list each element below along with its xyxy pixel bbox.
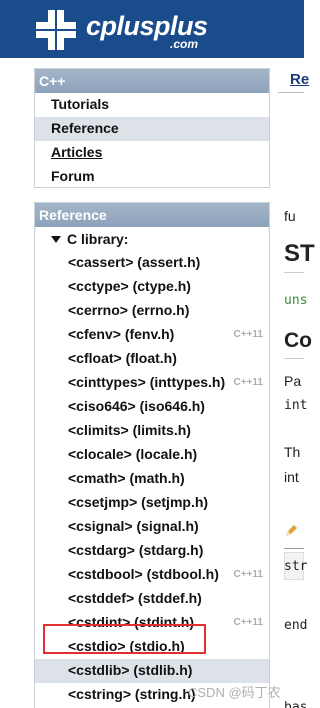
- cpp11-badge: C++11: [233, 617, 263, 628]
- tree-root-label: C library:: [67, 231, 129, 247]
- sidebar-item-forum[interactable]: Forum: [35, 165, 269, 189]
- plus-cross-logo-icon[interactable]: [34, 8, 78, 52]
- para1-line1: Pa: [284, 373, 302, 389]
- library-item[interactable]: <cmath> (math.h): [35, 467, 269, 491]
- edit-icon[interactable]: [285, 523, 299, 537]
- library-item-label: <csetjmp> (setjmp.h): [68, 494, 209, 510]
- sidebar-item-articles[interactable]: Articles: [35, 141, 269, 165]
- divider: [278, 92, 304, 93]
- code-line-2: end: [284, 618, 308, 633]
- library-item[interactable]: <cctype> (ctype.h): [35, 275, 269, 299]
- library-item[interactable]: <cfloat> (float.h): [35, 347, 269, 371]
- page-title: ST: [284, 240, 315, 267]
- library-item-label: <cinttypes> (inttypes.h): [68, 374, 226, 390]
- library-item[interactable]: <cstddef> (stddef.h): [35, 587, 269, 611]
- sidebar-item-tutorials[interactable]: Tutorials: [35, 93, 269, 117]
- library-item-label: <cstdarg> (stdarg.h): [68, 542, 204, 558]
- site-header: cplusplus .com: [0, 0, 304, 58]
- highlight-box: [43, 624, 206, 654]
- library-item[interactable]: <ciso646> (iso646.h): [35, 395, 269, 419]
- para2-line2: int: [284, 469, 299, 485]
- sidebar-reference-title: Reference: [35, 203, 269, 227]
- signature-fragment: uns: [284, 293, 308, 308]
- main-top-link[interactable]: Re: [290, 71, 309, 88]
- library-item-label: <cfenv> (fenv.h): [68, 326, 175, 342]
- sidebar-item-reference[interactable]: Reference: [35, 117, 269, 141]
- library-item[interactable]: <cassert> (assert.h): [35, 251, 269, 275]
- cpp11-badge: C++11: [233, 569, 263, 580]
- library-item-label: <cstdbool> (stdbool.h): [68, 566, 219, 582]
- cpp11-badge: C++11: [233, 329, 263, 340]
- library-item-label: <cstddef> (stddef.h): [68, 590, 202, 606]
- library-item-label: <cmath> (math.h): [68, 470, 185, 486]
- library-item-label: <clocale> (locale.h): [68, 446, 198, 462]
- sidebar-cpp-title: C++: [35, 69, 269, 93]
- library-item[interactable]: <cerrno> (errno.h): [35, 299, 269, 323]
- library-item-label: <cstring> (string.h): [68, 686, 196, 702]
- library-item-label: <ciso646> (iso646.h): [68, 398, 205, 414]
- library-item-label: <climits> (limits.h): [68, 422, 191, 438]
- code-rule: [284, 548, 304, 549]
- func-text: fu: [284, 208, 296, 224]
- library-item[interactable]: <cinttypes> (inttypes.h) C++11: [35, 371, 269, 395]
- library-item[interactable]: <climits> (limits.h): [35, 419, 269, 443]
- para1-line2: int: [284, 398, 308, 413]
- library-item[interactable]: <cstdlib> (stdlib.h): [35, 659, 269, 683]
- cpp11-badge: C++11: [233, 377, 263, 388]
- watermark-text: CSDN @码丁农: [188, 685, 281, 700]
- library-item-label: <cerrno> (errno.h): [68, 302, 190, 318]
- library-item-label: <cctype> (ctype.h): [68, 278, 191, 294]
- library-item[interactable]: <cstdbool> (stdbool.h) C++11: [35, 563, 269, 587]
- library-item[interactable]: <csetjmp> (setjmp.h): [35, 491, 269, 515]
- section-rule: [284, 358, 304, 359]
- library-item-label: <cfloat> (float.h): [68, 350, 177, 366]
- para2-line1: Th: [284, 444, 301, 460]
- library-item-label: <csignal> (signal.h): [68, 518, 199, 534]
- sidebar-cpp-box: C++ Tutorials Reference Articles Forum: [34, 68, 270, 188]
- tree-c-library[interactable]: C library:: [35, 227, 269, 251]
- triangle-down-icon[interactable]: [51, 236, 61, 243]
- library-item[interactable]: <clocale> (locale.h): [35, 443, 269, 467]
- code-line-3: bas: [284, 700, 308, 708]
- section-title: Co: [284, 329, 312, 352]
- library-item[interactable]: <csignal> (signal.h): [35, 515, 269, 539]
- code-line-1: str: [284, 559, 308, 574]
- library-item-label: <cassert> (assert.h): [68, 254, 201, 270]
- library-item[interactable]: <cfenv> (fenv.h) C++11: [35, 323, 269, 347]
- site-logo-domain[interactable]: .com: [170, 37, 198, 51]
- library-item[interactable]: <cstdarg> (stdarg.h): [35, 539, 269, 563]
- title-rule: [284, 272, 304, 273]
- library-item-label: <cstdlib> (stdlib.h): [68, 662, 193, 678]
